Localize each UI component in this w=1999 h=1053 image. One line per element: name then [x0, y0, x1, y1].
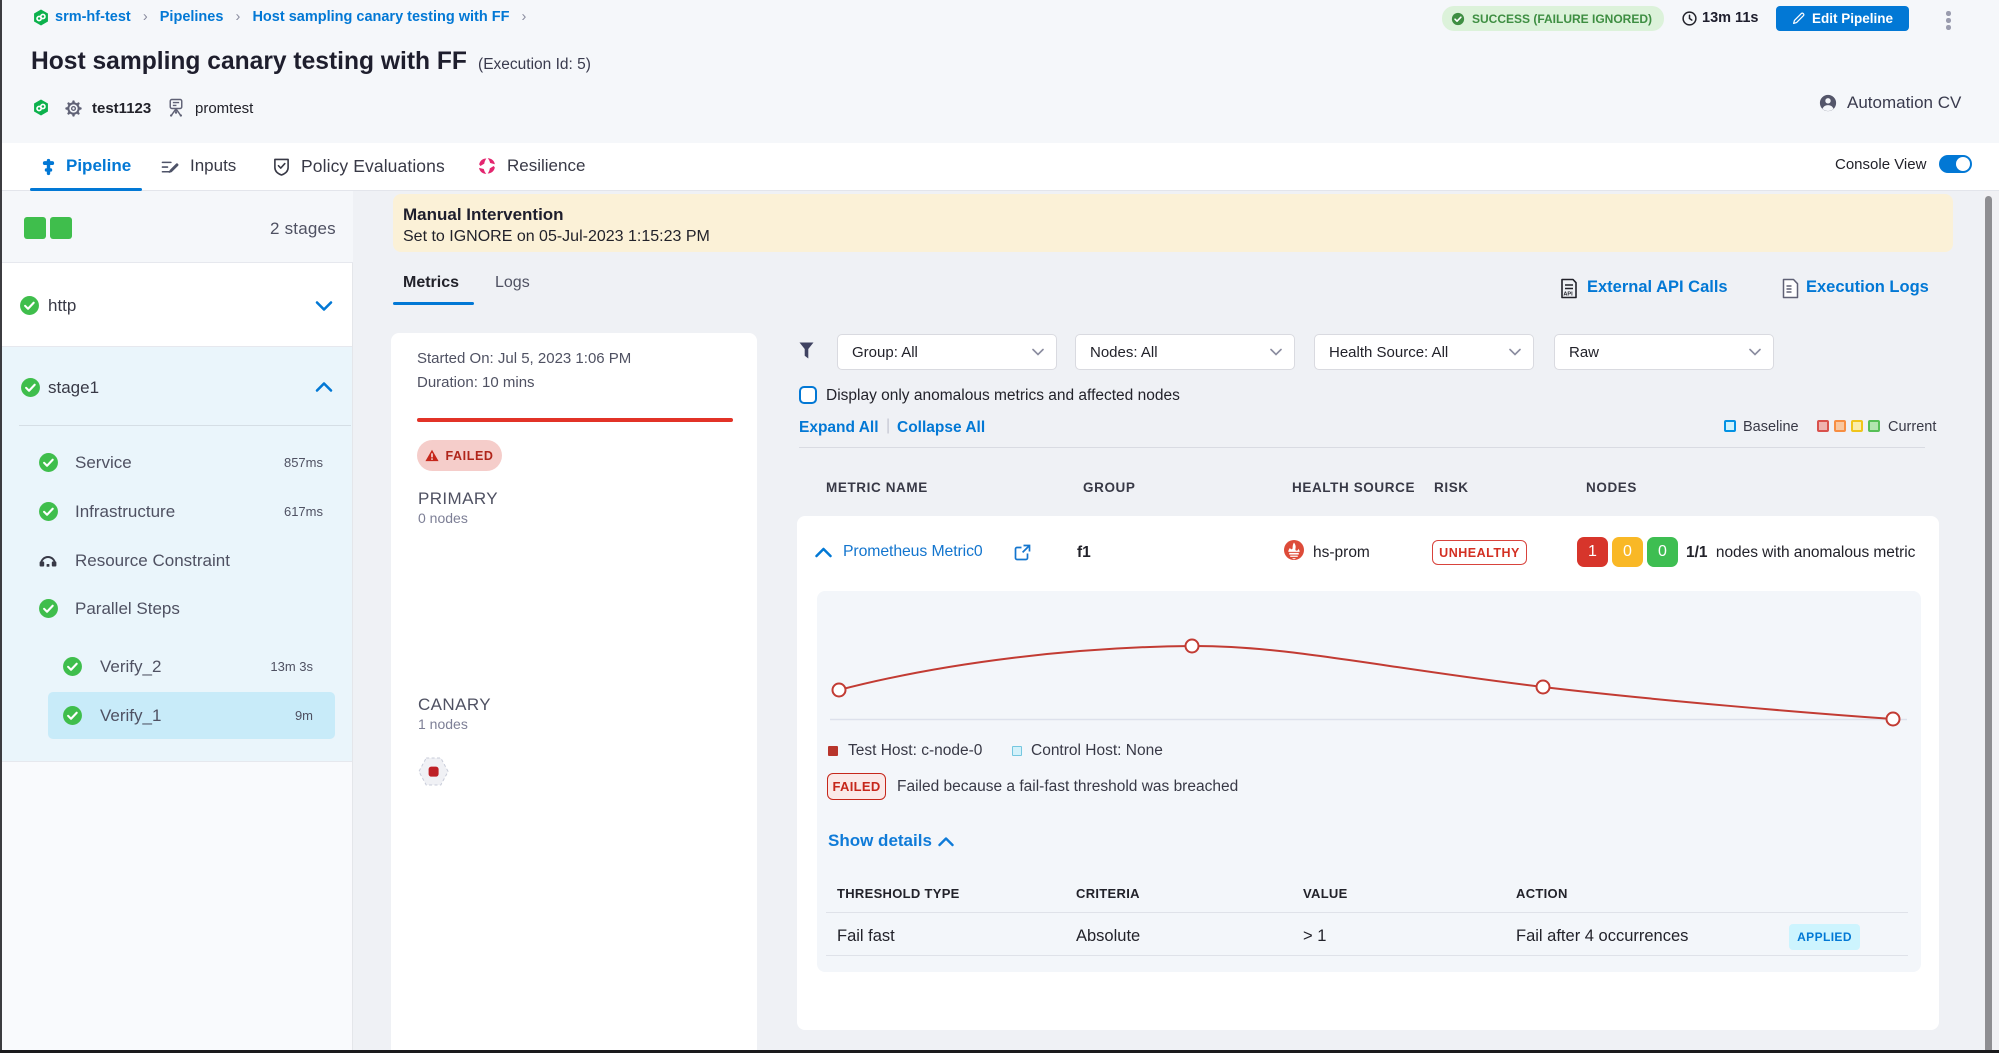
- svg-text:API: API: [1563, 292, 1573, 298]
